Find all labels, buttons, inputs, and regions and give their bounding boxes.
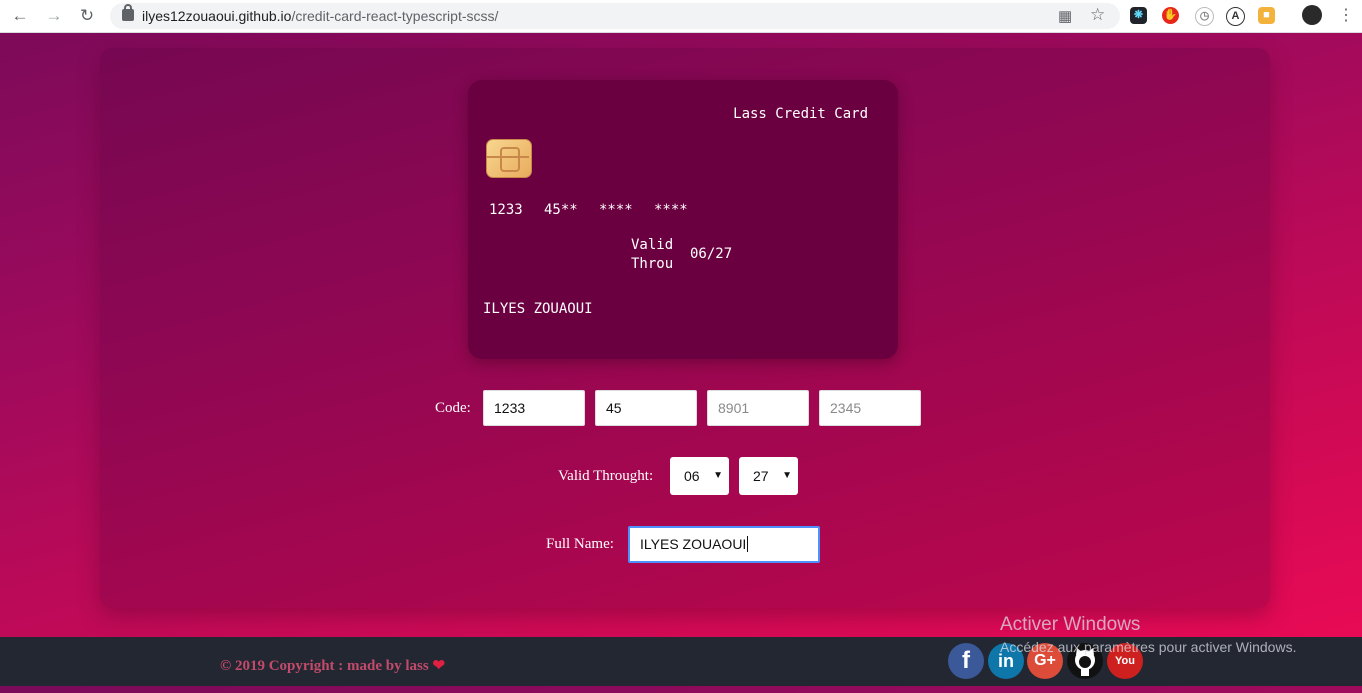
card-valid-label-line2: Throu xyxy=(631,256,674,272)
extension-clock-icon[interactable]: ◷ xyxy=(1195,7,1214,26)
copyright-text: © 2019 Copyright : made by lass ❤ xyxy=(220,656,445,675)
profile-avatar[interactable] xyxy=(1302,5,1322,25)
url-text[interactable]: ilyes12zouaoui.github.io/credit-card-rea… xyxy=(142,8,498,24)
star-icon[interactable]: ☆ xyxy=(1090,5,1105,25)
facebook-glyph: f xyxy=(962,647,970,674)
lock-icon xyxy=(122,4,134,21)
code-field-1[interactable]: 1233 xyxy=(483,390,585,426)
youtube-glyph: You xyxy=(1115,655,1135,667)
activation-watermark-subtitle: Accédez aux paramètres pour activer Wind… xyxy=(1000,639,1297,655)
card-number-group-3: **** xyxy=(599,202,633,218)
reload-icon[interactable]: ↻ xyxy=(77,6,97,26)
year-select[interactable]: 27 ▼ xyxy=(739,457,798,495)
full-name-value: ILYES ZOUAOUI xyxy=(640,536,747,552)
card-holder-name: ILYES ZOUAOUI xyxy=(483,301,593,317)
dropdown-arrow-icon: ▼ xyxy=(713,470,723,481)
facebook-icon[interactable]: f xyxy=(948,643,984,679)
adblock-icon[interactable]: ✋ xyxy=(1162,7,1179,24)
month-value: 06 xyxy=(684,468,700,484)
react-devtools-icon[interactable]: ❋ xyxy=(1130,7,1147,24)
card-valid-label-line1: Valid xyxy=(631,237,674,253)
code-field-2[interactable]: 45 xyxy=(595,390,697,426)
menu-icon[interactable]: ⋮ xyxy=(1336,6,1356,26)
month-select[interactable]: 06 ▼ xyxy=(670,457,729,495)
card-number-group-1: 1233 xyxy=(489,202,523,218)
code-label: Code: xyxy=(435,400,471,416)
url-host: ilyes12zouaoui.github.io xyxy=(142,8,292,24)
extension-orange-icon[interactable]: ■ xyxy=(1258,7,1275,24)
back-icon[interactable]: ← xyxy=(10,6,30,26)
dropdown-arrow-icon: ▼ xyxy=(782,470,792,481)
extension-a-icon[interactable]: A xyxy=(1226,7,1245,26)
heart-icon: ❤ xyxy=(432,658,446,674)
forward-icon[interactable]: → xyxy=(44,6,64,26)
address-bar[interactable]: ilyes12zouaoui.github.io/credit-card-rea… xyxy=(110,3,1120,29)
full-name-label: Full Name: xyxy=(546,536,614,552)
credit-card-preview: Lass Credit Card 1233 45** **** **** Val… xyxy=(468,80,898,359)
full-name-input[interactable]: ILYES ZOUAOUI xyxy=(628,526,820,563)
card-number-group-2: 45** xyxy=(544,202,578,218)
browser-toolbar: ← → ↻ ilyes12zouaoui.github.io/credit-ca… xyxy=(0,0,1362,33)
chip-icon xyxy=(486,139,532,178)
url-path: /credit-card-react-typescript-scss/ xyxy=(291,8,499,24)
valid-through-label: Valid Throught: xyxy=(558,468,654,484)
card-number-group-4: **** xyxy=(654,202,688,218)
translate-icon[interactable]: ▦ xyxy=(1058,7,1072,25)
activation-watermark-title: Activer Windows xyxy=(1000,614,1141,635)
copyright-label: © 2019 Copyright : made by lass xyxy=(220,658,429,674)
card-valid-label: Valid Throu xyxy=(631,236,673,274)
text-caret xyxy=(747,536,749,552)
card-valid-date: 06/27 xyxy=(690,246,733,262)
card-title: Lass Credit Card xyxy=(733,106,868,122)
year-value: 27 xyxy=(753,468,769,484)
code-field-3[interactable]: 8901 xyxy=(707,390,809,426)
code-field-4[interactable]: 2345 xyxy=(819,390,921,426)
